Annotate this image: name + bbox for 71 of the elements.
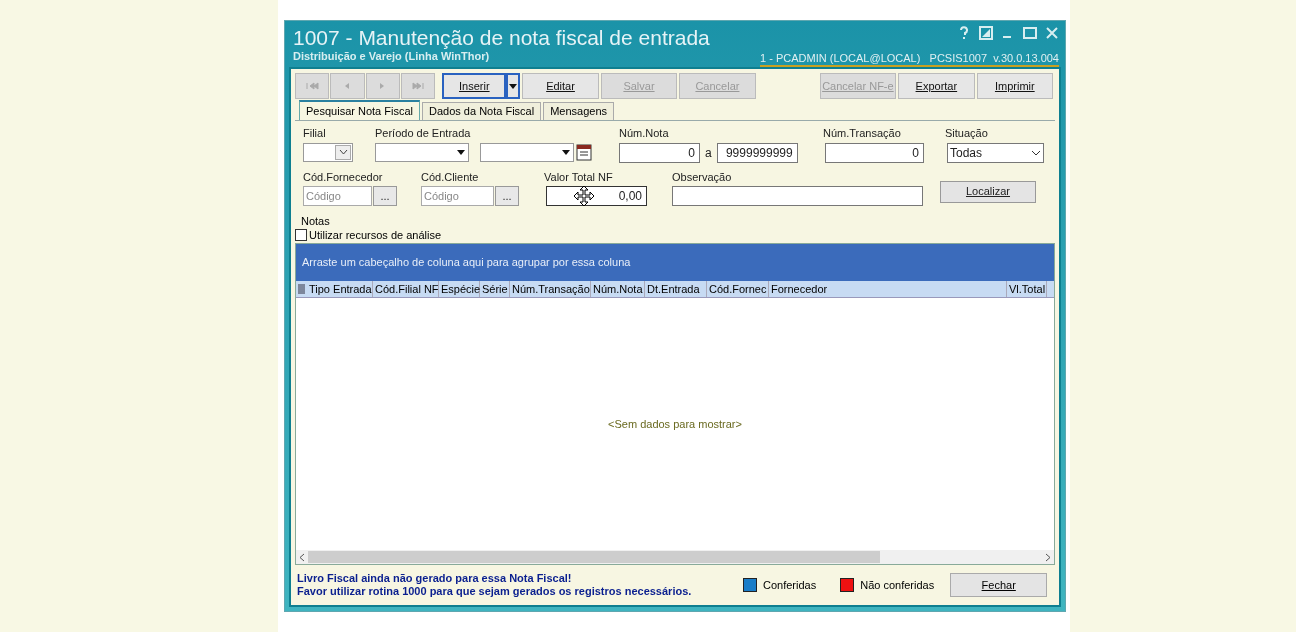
field-label: Período de Entrada — [375, 126, 472, 141]
lookup-button[interactable]: ... — [495, 186, 519, 206]
column-header[interactable]: Dt.Entrada — [645, 281, 707, 297]
section-label: Notas — [301, 215, 331, 228]
search-button[interactable]: Localizar — [940, 180, 1036, 203]
toolbar-button[interactable]: Exportar — [898, 73, 975, 99]
dropdown-arrow-icon — [509, 83, 518, 89]
field-label: Filial — [303, 126, 327, 141]
number-field[interactable]: 0 — [619, 142, 700, 163]
empty-message: <Sem dados para mostrar> — [608, 416, 742, 432]
code-field[interactable]: Código — [421, 186, 494, 206]
move-cursor-icon — [573, 184, 595, 207]
restore-icon[interactable] — [979, 26, 993, 40]
window-title: 1007 - Manutenção de nota fiscal de entrada — [293, 25, 710, 50]
chevron-icon — [335, 144, 351, 160]
scrollbar-thumb[interactable] — [308, 551, 880, 563]
legend-label: Não conferidas — [860, 577, 935, 593]
first-record-icon — [305, 82, 319, 90]
close-icon[interactable] — [1045, 26, 1059, 40]
column-header[interactable]: Núm.Nota — [591, 281, 645, 297]
date-picker[interactable] — [375, 142, 469, 162]
range-separator: a — [705, 144, 712, 162]
lookup-button[interactable]: ... — [373, 186, 397, 206]
checkbox-label: Utilizar recursos de análise — [309, 228, 442, 242]
field-label: Valor Total NF — [544, 169, 614, 185]
group-by-panel: Arraste um cabeçalho de coluna aqui para agrupar por essa coluna — [296, 244, 1054, 281]
scroll-right-icon[interactable] — [1045, 552, 1051, 562]
field-label: Cód.Fornecedor — [303, 169, 384, 185]
field-label: Observação — [672, 169, 733, 185]
last-record-icon — [411, 82, 425, 90]
dropdown-arrow-icon — [457, 149, 465, 155]
status-select[interactable]: Todas — [947, 142, 1044, 163]
tab[interactable]: Mensagens — [543, 102, 615, 120]
dropdown-arrow-icon — [562, 149, 570, 155]
warning-message: Favor utilizar rotina 1000 para que sejam gerados os registros necessários. — [297, 585, 693, 598]
column-header[interactable]: Vl.Total — [1007, 281, 1047, 297]
column-header[interactable]: Espécie — [439, 281, 480, 297]
code-field[interactable]: Código — [303, 186, 372, 206]
number-field[interactable]: 9999999999 — [716, 142, 798, 163]
amount-field[interactable]: 0,00 — [546, 186, 647, 206]
close-button[interactable]: Fechar — [950, 573, 1048, 597]
warning-message: Livro Fiscal ainda não gerado para essa Nota Fiscal! — [297, 572, 573, 585]
branch-select[interactable] — [303, 142, 353, 162]
legend-label: Conferidas — [763, 577, 817, 593]
dropdown-button[interactable] — [506, 73, 521, 99]
horizontal-scrollbar[interactable] — [296, 550, 1054, 564]
toolbar-button[interactable]: Editar — [522, 73, 599, 99]
field-label: Situação — [945, 126, 989, 141]
column-header[interactable]: Tipo Entrada — [307, 281, 373, 297]
field-label: Cód.Cliente — [421, 169, 480, 185]
maximize-icon[interactable] — [1023, 26, 1037, 40]
column-header[interactable]: Cód.Fornec — [707, 281, 769, 297]
field-label: Núm.Nota — [619, 126, 670, 141]
help-icon[interactable] — [957, 26, 971, 40]
notes-field[interactable] — [672, 186, 923, 206]
chevron-icon — [1031, 149, 1041, 156]
toolbar-button[interactable]: Imprimir — [976, 73, 1054, 99]
column-header[interactable]: Núm.Transação — [510, 281, 591, 297]
calendar-icon[interactable] — [576, 143, 592, 161]
tab[interactable]: Dados da Nota Fiscal — [422, 102, 542, 120]
column-header[interactable]: Cód.Filial NF — [373, 281, 439, 297]
tab[interactable]: Pesquisar Nota Fiscal — [299, 100, 420, 120]
field-label: Núm.Transação — [823, 126, 902, 141]
window-subtitle: Distribuição e Varejo (Linha WinThor) — [293, 50, 490, 63]
scroll-left-icon[interactable] — [299, 552, 305, 562]
column-header[interactable]: Fornecedor — [769, 281, 1007, 297]
checkbox[interactable] — [295, 229, 307, 241]
number-field[interactable]: 0 — [825, 142, 924, 163]
column-chooser-icon[interactable] — [296, 281, 307, 297]
column-header[interactable]: Série — [480, 281, 510, 297]
toolbar-button[interactable]: Inserir — [442, 73, 507, 99]
